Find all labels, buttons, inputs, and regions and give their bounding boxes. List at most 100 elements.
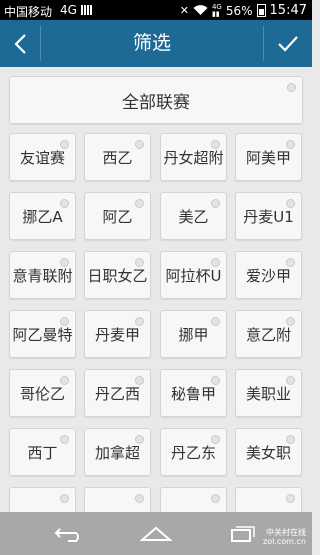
chip-label: 丹乙西 (94, 384, 140, 403)
chip-label: 西乙 (102, 148, 133, 167)
vibrate-icon: ✕ (179, 4, 189, 17)
radio-indicator-icon (286, 494, 295, 503)
confirm-button[interactable] (264, 20, 312, 67)
radio-indicator-icon (211, 435, 220, 444)
radio-indicator-icon (60, 376, 69, 385)
league-chip[interactable]: 阿拉杯U (160, 251, 227, 299)
radio-indicator-icon (211, 376, 220, 385)
home-icon (140, 526, 172, 541)
chip-label: 阿乙曼特 (12, 325, 73, 344)
league-chip[interactable]: 丹麦U1 (235, 192, 302, 240)
league-chip[interactable]: 爱沙甲 (235, 251, 302, 299)
league-chip[interactable]: 意青联附 (9, 251, 76, 299)
radio-indicator-icon (286, 435, 295, 444)
league-chip[interactable]: 西丁 (9, 428, 76, 476)
filter-panel: 全部联赛 友谊赛 西乙 丹女超附 阿美甲挪乙A 阿乙 美乙 丹麦U1 意青联附 日职女乙 阿拉杯U… (0, 67, 312, 512)
chip-label: 全部联赛 (122, 92, 190, 113)
carrier-name: 中国移动 (4, 5, 53, 19)
chip-label: 挪甲 (178, 325, 209, 344)
league-chip[interactable]: 意乙附 (235, 310, 302, 358)
chip-label: 丹女超附 (163, 148, 224, 167)
chip-label: 友谊赛 (19, 148, 65, 167)
league-chip[interactable] (160, 487, 227, 512)
radio-indicator-icon (135, 435, 144, 444)
league-chip[interactable]: 西乙 (84, 133, 151, 181)
league-chip[interactable]: 阿美甲 (235, 133, 302, 181)
radio-indicator-icon (60, 140, 69, 149)
radio-indicator-icon (286, 317, 295, 326)
radio-indicator-icon (135, 140, 144, 149)
radio-indicator-icon (135, 494, 144, 503)
league-chip[interactable]: 日职女乙 (84, 251, 151, 299)
radio-indicator-icon (135, 317, 144, 326)
chip-label: 秘鲁甲 (170, 384, 216, 403)
league-chip[interactable]: 丹女超附 (160, 133, 227, 181)
chip-label: 丹麦U1 (243, 207, 294, 226)
chip-label: 阿乙 (102, 207, 133, 226)
league-chip[interactable] (9, 487, 76, 512)
radio-indicator-icon (135, 376, 144, 385)
header: 筛选 (0, 20, 312, 67)
league-chip[interactable]: 加拿超 (84, 428, 151, 476)
radio-indicator-icon (60, 199, 69, 208)
radio-indicator-icon (286, 376, 295, 385)
league-chip[interactable]: 美女职 (235, 428, 302, 476)
radio-indicator-icon (211, 317, 220, 326)
league-chip[interactable]: 丹乙西 (84, 369, 151, 417)
league-chip[interactable]: 丹乙东 (160, 428, 227, 476)
radio-indicator-icon (286, 258, 295, 267)
league-chip[interactable] (235, 487, 302, 512)
radio-indicator-icon (286, 140, 295, 149)
signal-icon (81, 5, 92, 15)
league-chip[interactable] (84, 487, 151, 512)
radio-indicator-icon (211, 140, 220, 149)
chip-label: 挪乙A (22, 207, 63, 226)
watermark-logo: 中关村在线 zol.com.cn (263, 528, 306, 546)
system-nav-bar: 中关村在线 zol.com.cn (0, 512, 312, 555)
radio-indicator-icon (287, 83, 296, 92)
radio-indicator-icon (286, 199, 295, 208)
all-leagues-button[interactable]: 全部联赛 (9, 76, 303, 124)
battery-icon (256, 4, 266, 17)
nav-back-button[interactable] (44, 518, 94, 549)
radio-indicator-icon (211, 494, 220, 503)
radio-indicator-icon (211, 199, 220, 208)
radio-indicator-icon (135, 258, 144, 267)
league-chip[interactable]: 美乙 (160, 192, 227, 240)
chip-label: 加拿超 (94, 443, 140, 462)
league-chip[interactable]: 丹麦甲 (84, 310, 151, 358)
chip-label: 美女职 (245, 443, 291, 462)
chip-label: 阿拉杯U (165, 266, 222, 285)
back-arrow-icon (54, 527, 79, 542)
chip-label: 美乙 (178, 207, 209, 226)
chip-label: 美职业 (245, 384, 291, 403)
league-chip[interactable]: 哥伦乙 (9, 369, 76, 417)
radio-indicator-icon (60, 317, 69, 326)
chip-label: 日职女乙 (87, 266, 148, 285)
league-chip[interactable]: 美职业 (235, 369, 302, 417)
league-chip[interactable]: 秘鲁甲 (160, 369, 227, 417)
lte-signal-icon: 4G ▮▮ (211, 2, 222, 18)
radio-indicator-icon (135, 199, 144, 208)
chip-label: 丹麦甲 (94, 325, 140, 344)
back-button[interactable] (0, 20, 40, 67)
chevron-left-icon (14, 33, 26, 54)
battery-percent: 56% (225, 3, 253, 18)
radio-indicator-icon (60, 258, 69, 267)
page-title: 筛选 (132, 32, 171, 54)
wifi-icon (193, 5, 208, 15)
league-chip[interactable]: 友谊赛 (9, 133, 76, 181)
radio-indicator-icon (60, 494, 69, 503)
recents-icon (231, 525, 255, 542)
network-type: 4G (60, 3, 77, 17)
nav-recents-button[interactable] (218, 518, 268, 549)
league-chip[interactable]: 阿乙 (84, 192, 151, 240)
checkmark-icon (278, 35, 298, 52)
chip-label: 爱沙甲 (245, 266, 291, 285)
radio-indicator-icon (211, 258, 220, 267)
league-chip[interactable]: 阿乙曼特 (9, 310, 76, 358)
nav-home-button[interactable] (131, 518, 181, 549)
league-chip[interactable]: 挪甲 (160, 310, 227, 358)
league-chip[interactable]: 挪乙A (9, 192, 76, 240)
chip-label: 西丁 (27, 443, 58, 462)
